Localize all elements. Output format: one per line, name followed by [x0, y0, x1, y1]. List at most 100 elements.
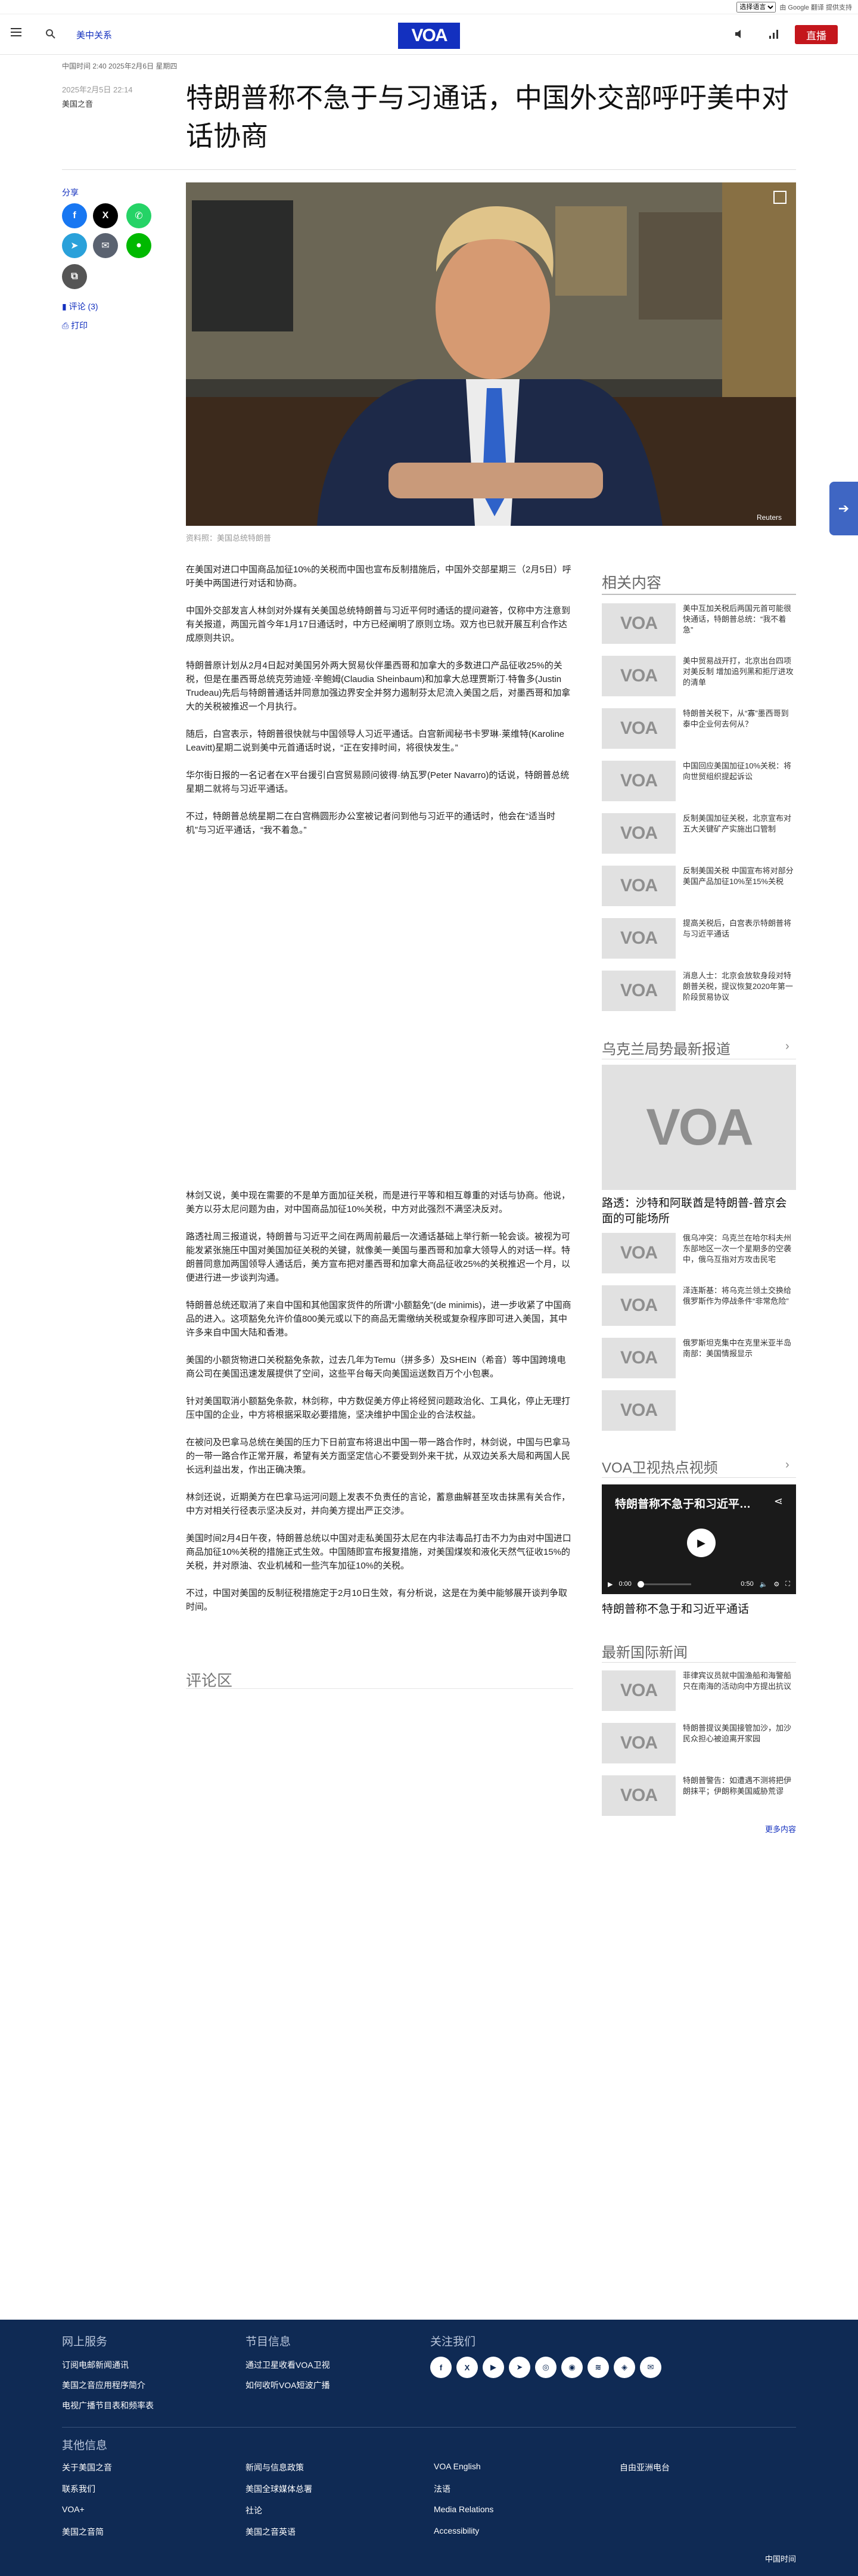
- side-arrow-button[interactable]: ➔: [829, 482, 858, 535]
- list-item[interactable]: VOA 反制美国加征关税，北京宣布对五大关键矿产实施出口管制: [602, 813, 796, 866]
- related-list: VOA 美中互加关税后两国元首可能很快通话，特朗普总统：“我不着急” VOA 美中贸…: [602, 603, 796, 1023]
- list-item[interactable]: VOA 美中互加关税后两国元首可能很快通话，特朗普总统：“我不着急”: [602, 603, 796, 656]
- footer-link[interactable]: 如何收听VOA短波广播: [245, 2379, 330, 2391]
- audio-icon[interactable]: [734, 29, 746, 39]
- footer-link[interactable]: 美国全球媒体总署: [245, 2483, 312, 2495]
- rss-icon[interactable]: ≋: [587, 2357, 609, 2378]
- email-icon[interactable]: ✉: [640, 2357, 661, 2378]
- list-item[interactable]: VOA 特朗普警告：如遭遇不测将把伊朗抹平；伊朗称美国威胁荒谬: [602, 1775, 796, 1828]
- facebook-icon[interactable]: f: [430, 2357, 452, 2378]
- footer-link[interactable]: Media Relations: [434, 2504, 493, 2514]
- footer-link[interactable]: Accessibility: [434, 2526, 479, 2535]
- seek-bar[interactable]: [637, 1580, 691, 1588]
- footer-link[interactable]: 社论: [245, 2504, 262, 2516]
- list-item[interactable]: VOA 反制美国关税 中国宣布将对部分美国产品加征10%至15%关税: [602, 866, 796, 918]
- list-item[interactable]: VOA: [602, 1390, 796, 1443]
- x-icon[interactable]: X: [93, 203, 118, 228]
- paragraph: 在被问及巴拿马总统在美国的压力下日前宣布将退出中国一带一路合作时，林剑说，中国与…: [186, 1437, 571, 1475]
- chevron-right-icon[interactable]: ›: [785, 1040, 789, 1053]
- paragraph: 林剑又说，美中现在需要的不是单方面加征关税，而是进行平等和相互尊重的对话与协商。…: [186, 1191, 571, 1214]
- signal-icon[interactable]: [769, 29, 779, 39]
- x-icon[interactable]: X: [456, 2357, 478, 2378]
- title-divider: [62, 169, 796, 170]
- feature-title[interactable]: 路透：沙特和阿联酋是特朗普-普京会面的可能场所: [602, 1196, 796, 1227]
- paragraph: 华尔街日报的一名记者在X平台援引白宫贸易顾问彼得·纳瓦罗(Peter Navar…: [186, 770, 570, 794]
- video-heading[interactable]: VOA卫视热点视频: [602, 1456, 718, 1477]
- app-icon[interactable]: ◈: [614, 2357, 635, 2378]
- intl-divider: [602, 1662, 796, 1663]
- copy-link-icon[interactable]: ⧉: [62, 264, 87, 289]
- video-controls: ▶ 0:00 0:50 🔈 ⚙ ⛶: [602, 1574, 796, 1594]
- footer-link[interactable]: 关于美国之音: [62, 2462, 112, 2473]
- footer-link[interactable]: 新闻与信息政策: [245, 2462, 304, 2473]
- list-item[interactable]: VOA 特朗普提议美国接管加沙，加沙民众担心被迫离开家园: [602, 1723, 796, 1775]
- article-author[interactable]: 美国之音: [62, 98, 93, 109]
- footer-link[interactable]: 法语: [434, 2483, 450, 2495]
- footer-heading: 其他信息: [62, 2439, 108, 2452]
- facebook-icon[interactable]: f: [62, 203, 87, 228]
- play-small-icon[interactable]: ▶: [608, 1580, 613, 1588]
- thumbnail: VOA: [602, 1233, 676, 1273]
- list-item[interactable]: VOA 特朗普关税下，从“寡”墨西哥到泰中企业何去何从？: [602, 708, 796, 761]
- list-item[interactable]: VOA 俄罗斯坦克集中在克里米亚半岛南部：美国情报显示: [602, 1338, 796, 1390]
- video-caption[interactable]: 特朗普称不急于和习近平通话: [602, 1600, 749, 1616]
- current-time: 0:00: [618, 1580, 632, 1588]
- related-divider: [602, 594, 796, 595]
- footer-link[interactable]: VOA+: [62, 2504, 85, 2514]
- comments-link[interactable]: ▮ 评论 (3): [62, 300, 98, 312]
- ukraine-heading[interactable]: 乌克兰局势最新报道: [602, 1037, 730, 1058]
- volume-icon[interactable]: 🔈: [760, 1580, 768, 1588]
- youtube-icon[interactable]: ▶: [483, 2357, 504, 2378]
- share-icon[interactable]: ⋖: [774, 1495, 783, 1508]
- section-link[interactable]: 美中关系: [76, 29, 112, 41]
- intl-list: VOA 菲律宾议员就中国渔船和海警船只在南海的活动向中方提出抗议 VOA 特朗普提议…: [602, 1670, 796, 1828]
- live-button[interactable]: 直播: [795, 25, 838, 44]
- print-link[interactable]: ⎙ 打印: [62, 320, 88, 331]
- voa-logo[interactable]: VOA: [398, 23, 460, 49]
- list-item[interactable]: VOA 泽连斯基：将乌克兰领土交换给俄罗斯作为停战条件“非常危险”: [602, 1285, 796, 1338]
- whatsapp-icon[interactable]: ✆: [126, 203, 151, 228]
- article-meta: 中国时间 2:40 2025年2月6日 星期四: [62, 62, 178, 70]
- chevron-right-icon[interactable]: ›: [785, 1458, 789, 1472]
- ukraine-list: VOA 俄乌冲突：乌克兰在哈尔科夫州东部地区一次一个星期多的空袭中，俄乌互指对方攻…: [602, 1233, 796, 1443]
- thumbnail: VOA: [602, 1390, 676, 1431]
- list-item[interactable]: VOA 提高关税后，白宫表示特朗普将与习近平通话: [602, 918, 796, 971]
- footer-link[interactable]: 电视广播节目表和频率表: [62, 2400, 154, 2411]
- email-icon[interactable]: ✉: [93, 233, 118, 258]
- menu-icon[interactable]: [11, 28, 21, 39]
- svg-text:Reuters: Reuters: [757, 513, 782, 522]
- intl-heading[interactable]: 最新国际新闻: [602, 1641, 688, 1661]
- search-icon[interactable]: [45, 29, 56, 39]
- footer-link[interactable]: 联系我们: [62, 2483, 95, 2495]
- settings-icon[interactable]: ⚙: [773, 1580, 779, 1588]
- language-select[interactable]: 选择语言: [736, 1, 776, 13]
- list-item[interactable]: VOA 消息人士：北京会放软身段对特朗普关税，提议恢复2020年第一阶段贸易协议: [602, 971, 796, 1023]
- footer-link[interactable]: 自由亚洲电台: [620, 2462, 670, 2473]
- footer-link[interactable]: 美国之音英语: [245, 2526, 296, 2538]
- footer-link[interactable]: 通过卫星收看VOA卫视: [245, 2359, 330, 2371]
- footer-link[interactable]: 订阅电邮新闻通讯: [62, 2359, 129, 2371]
- podcast-icon[interactable]: ◉: [561, 2357, 583, 2378]
- telegram-icon[interactable]: ➤: [509, 2357, 530, 2378]
- video-player[interactable]: 特朗普称不急于和习近平… ⋖ ▶ ▶ 0:00 0:50 🔈 ⚙ ⛶: [602, 1484, 796, 1594]
- line-icon[interactable]: ●: [126, 233, 151, 258]
- play-icon[interactable]: ▶: [687, 1529, 716, 1557]
- comments-divider: [186, 1688, 573, 1689]
- telegram-icon[interactable]: ➤: [62, 233, 87, 258]
- paragraph: 在美国对进口中国商品加征10%的关税而中国也宣布反制措施后，中国外交部星期三（2…: [186, 565, 571, 588]
- list-item[interactable]: VOA 中国回应美国加征10%关税：将向世贸组织提起诉讼: [602, 761, 796, 813]
- footer-link[interactable]: VOA English: [434, 2462, 481, 2471]
- feature-thumbnail[interactable]: VOA: [602, 1065, 796, 1190]
- paragraph: 不过，中国对美国的反制征税措施定于2月10日生效，有分析说，这是在为美中能够展开…: [186, 1588, 568, 1612]
- paragraph: 中国外交部发言人林剑对外媒有关美国总统特朗普与习近平何时通话的提问避答，仅称中方…: [186, 606, 571, 643]
- video-divider: [602, 1477, 796, 1478]
- list-item[interactable]: VOA 菲律宾议员就中国渔船和海警船只在南海的活动向中方提出抗议: [602, 1670, 796, 1723]
- footer-link[interactable]: 美国之音简: [62, 2526, 104, 2538]
- expand-icon[interactable]: [773, 191, 786, 204]
- footer-link[interactable]: 美国之音应用程序简介: [62, 2379, 145, 2391]
- fullscreen-icon[interactable]: ⛶: [785, 1580, 790, 1588]
- instagram-icon[interactable]: ◎: [535, 2357, 557, 2378]
- more-link[interactable]: 更多内容: [765, 1823, 796, 1834]
- list-item[interactable]: VOA 俄乌冲突：乌克兰在哈尔科夫州东部地区一次一个星期多的空袭中，俄乌互指对方攻…: [602, 1233, 796, 1285]
- list-item[interactable]: VOA 美中贸易战开打，北京出台四项对美反制 增加追列黑和拒厅进攻的清单: [602, 656, 796, 708]
